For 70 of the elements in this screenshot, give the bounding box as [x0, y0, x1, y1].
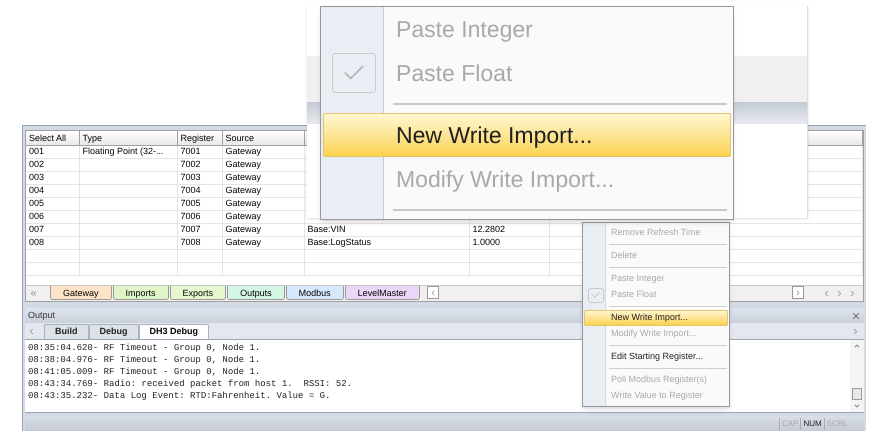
table-cell: Floating Point (32-... — [82, 146, 164, 156]
column-header[interactable]: Register — [180, 132, 214, 143]
table-cell: 7007 — [180, 224, 201, 234]
sheet-tab[interactable]: LevelMaster — [344, 286, 420, 300]
right-chevron-icon — [794, 288, 802, 296]
menu-item[interactable]: Edit Starting Register... — [584, 349, 728, 365]
table-cell: 004 — [29, 185, 44, 195]
status-indicator: NUM — [800, 418, 824, 430]
table-cell: Gateway — [226, 237, 262, 247]
column-header[interactable]: Type — [82, 132, 102, 143]
sheet-tab[interactable]: Outputs — [227, 286, 285, 300]
table-cell: 003 — [29, 172, 44, 182]
menu-item[interactable]: New Write Import... — [323, 113, 731, 157]
next-sheet-icon[interactable] — [835, 289, 844, 298]
scroll-up-icon[interactable] — [853, 342, 861, 350]
table-cell: Gateway — [226, 172, 262, 182]
status-indicator: SCRL — [824, 418, 850, 430]
table-cell: 008 — [29, 237, 44, 247]
close-icon[interactable] — [851, 310, 861, 320]
scroll-right-icon[interactable] — [851, 327, 860, 336]
table-cell: 002 — [29, 159, 44, 169]
log-line: 08:38:04.976- RF Timeout - Group 0, Node 1. — [28, 354, 260, 366]
checkmark-icon — [332, 53, 376, 93]
table-cell: Gateway — [226, 159, 262, 169]
scroll-left-icon[interactable] — [27, 327, 36, 336]
table-cell: Base:LogStatus — [308, 237, 372, 247]
table-cell: 1.0000 — [472, 237, 500, 247]
status-indicator: CAP — [778, 418, 800, 430]
sheet-tab[interactable]: Imports — [112, 286, 169, 300]
menu-item[interactable]: New Write Import... — [584, 310, 728, 326]
table-cell: 007 — [29, 224, 44, 234]
log-line: 08:41:05.009- RF Timeout - Group 0, Node 1. — [28, 366, 260, 378]
table-cell: Gateway — [226, 198, 262, 208]
scrollbar[interactable] — [850, 340, 864, 412]
table-cell: Gateway — [226, 224, 262, 234]
table-cell: 7001 — [180, 146, 201, 156]
checkmark-icon — [588, 288, 604, 302]
table-cell: 006 — [29, 211, 44, 221]
sheet-tab[interactable]: Exports — [170, 286, 226, 300]
sheet-tab[interactable]: Gateway — [50, 286, 112, 300]
column-header[interactable]: Select All — [29, 132, 66, 143]
output-tab[interactable]: DH3 Debug — [138, 324, 210, 339]
table-cell: Gateway — [226, 185, 262, 195]
table-cell: Gateway — [226, 211, 262, 221]
table-cell: 7005 — [180, 198, 201, 208]
table-cell: 7008 — [180, 237, 201, 247]
log-line: 08:35:04.620- RF Timeout - Group 0, Node 1. — [28, 342, 260, 354]
table-cell: 7003 — [180, 172, 201, 182]
output-tab[interactable]: Build — [44, 324, 88, 339]
scroll-right-button[interactable] — [792, 286, 804, 299]
table-cell: 7002 — [180, 159, 201, 169]
table-cell: Base:VIN — [308, 224, 346, 234]
log-line: 08:43:35.232- Data Log Event: RTD:Fahrenheit. Value = G. — [28, 390, 330, 402]
table-cell: Gateway — [226, 146, 262, 156]
table-cell: 7006 — [180, 211, 201, 221]
table-cell: 001 — [29, 146, 44, 156]
log-line: 08:43:34.769- Radio: received packet from host 1. RSSI: 52. — [28, 378, 352, 390]
output-tab[interactable]: Debug — [88, 324, 138, 339]
last-sheet-icon[interactable] — [848, 289, 857, 298]
first-sheet-icon[interactable] — [29, 289, 38, 298]
panel-title: Output — [28, 308, 56, 322]
column-header[interactable]: Source — [226, 132, 254, 143]
scrollbar-thumb[interactable] — [852, 388, 862, 400]
table-cell: 005 — [29, 198, 44, 208]
table-cell: 12.2802 — [472, 224, 506, 234]
scroll-left-button[interactable] — [426, 286, 439, 299]
sheet-tab[interactable]: Modbus — [286, 286, 344, 300]
previous-sheet-icon[interactable] — [822, 289, 831, 298]
table-cell: 7004 — [180, 185, 201, 195]
scroll-down-icon[interactable] — [853, 402, 861, 410]
